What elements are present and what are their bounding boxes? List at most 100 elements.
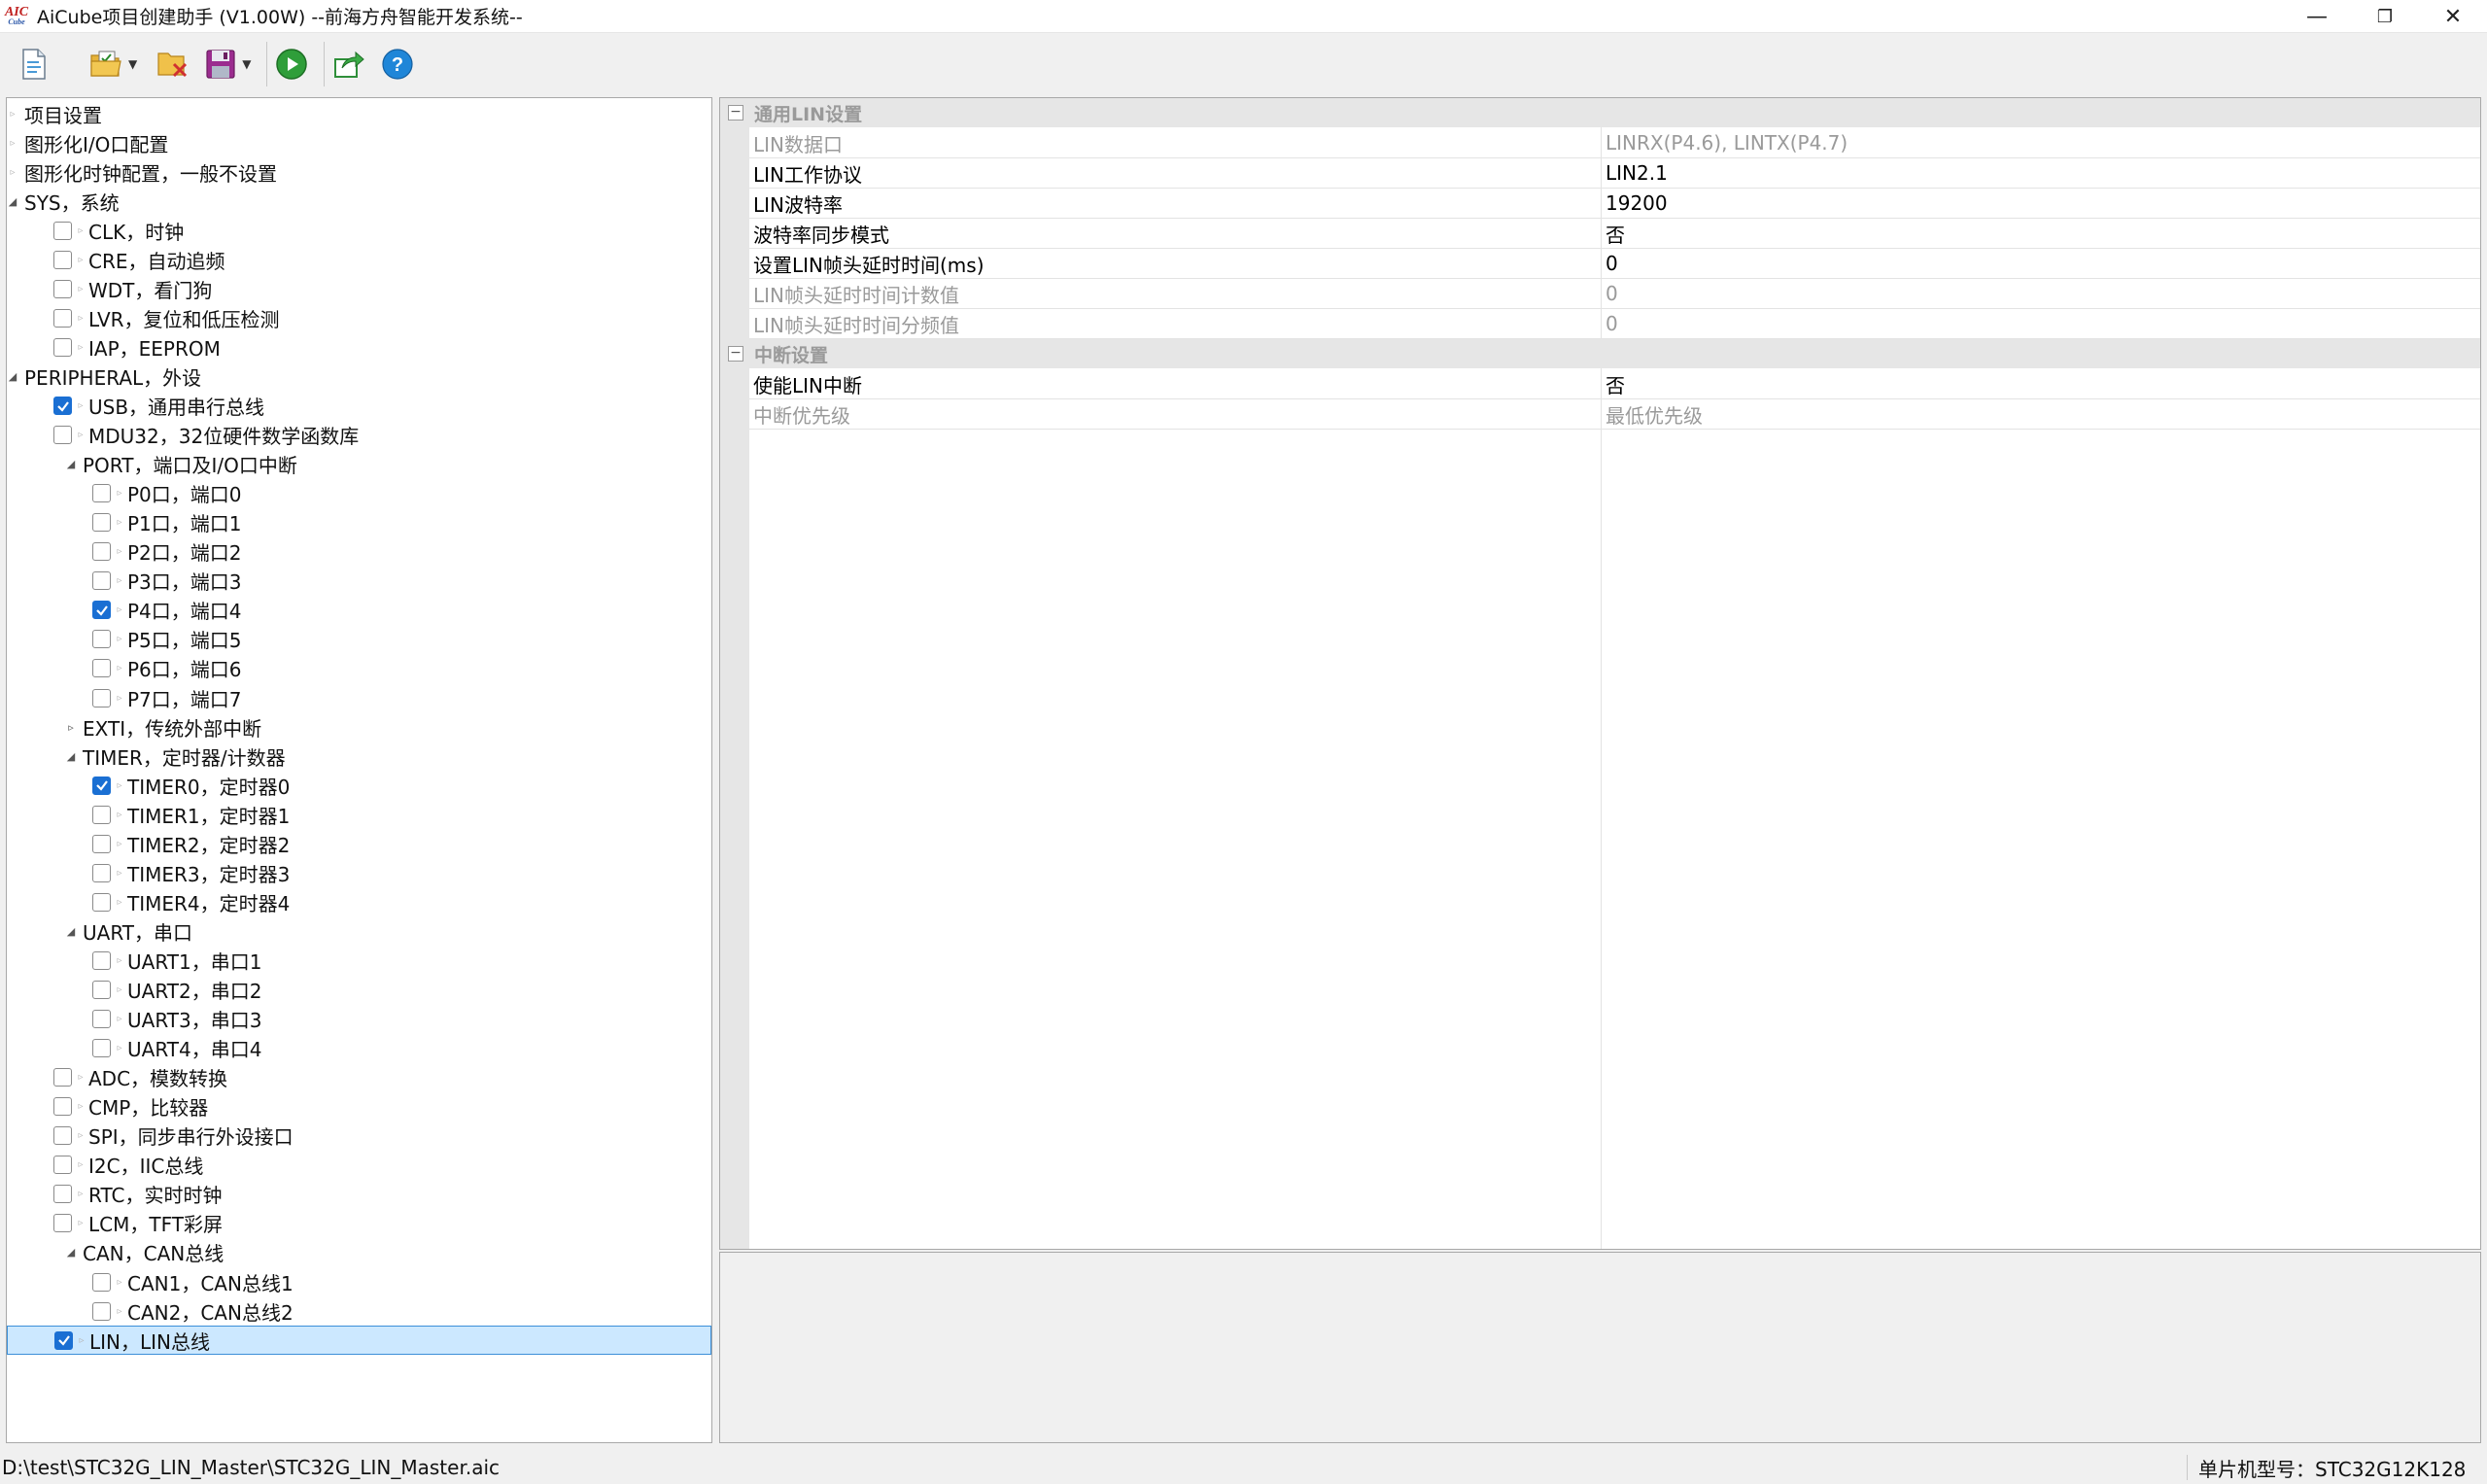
tree-checkbox[interactable]: [53, 308, 72, 328]
tree-item-checkable[interactable]: ▹ LCM，TFT彩屏: [7, 1209, 711, 1238]
tree-item[interactable]: ◢ PERIPHERAL，外设: [7, 362, 711, 391]
tree-item-checkable[interactable]: ▹ P4口，端口4: [7, 596, 711, 625]
tree-item-checkable[interactable]: ▹ P1口，端口1: [7, 508, 711, 537]
tree-item-checkable[interactable]: ▹ MDU32，32位硬件数学函数库: [7, 421, 711, 450]
tree-checkbox[interactable]: [53, 397, 72, 415]
tree-item[interactable]: ▹ 图形化I/O口配置: [7, 128, 711, 157]
tree-item-checkable[interactable]: ▹ TIMER3，定时器3: [7, 858, 711, 887]
tree-checkbox[interactable]: [92, 571, 111, 591]
tree-item-checkable[interactable]: ▹ UART3，串口3: [7, 1005, 711, 1034]
property-value[interactable]: 19200: [1606, 191, 1668, 215]
collapse-arrow-icon[interactable]: ▹: [65, 721, 77, 734]
tree-checkbox[interactable]: [53, 1185, 72, 1204]
tree-item[interactable]: ◢ CAN，CAN总线: [7, 1238, 711, 1267]
tree-item-checkable[interactable]: ▹ TIMER4，定时器4: [7, 887, 711, 916]
tree-item-checkable[interactable]: ▹ TIMER1，定时器1: [7, 800, 711, 829]
tree-item-checkable[interactable]: ▹ UART2，串口2: [7, 976, 711, 1005]
tree-item-checkable[interactable]: ▹ RTC，实时时钟: [7, 1180, 711, 1209]
tree-item[interactable]: ▹ 图形化时钟配置，一般不设置: [7, 157, 711, 187]
tree-checkbox[interactable]: [53, 1068, 72, 1087]
tree-item-checkable[interactable]: ▹ LVR，复位和低压检测: [7, 303, 711, 332]
tree-checkbox[interactable]: [53, 1126, 72, 1146]
property-value[interactable]: 否: [1606, 370, 1625, 398]
save-button[interactable]: ▼: [205, 43, 251, 86]
tree-checkbox[interactable]: [92, 1039, 111, 1058]
tree-checkbox[interactable]: [53, 337, 72, 357]
property-category[interactable]: − 通用LIN设置: [720, 98, 2480, 127]
collapse-toggle-icon[interactable]: −: [728, 105, 743, 121]
tree-checkbox[interactable]: [92, 776, 111, 795]
close-button[interactable]: ✕: [2419, 0, 2487, 33]
tree-item-checkable[interactable]: ▹ CAN2，CAN总线2: [7, 1296, 711, 1326]
tree-checkbox[interactable]: [92, 981, 111, 999]
project-tree[interactable]: ▹ 项目设置 ▹ 图形化I/O口配置 ▹ 图形化时钟配置，一般不设置 ◢ SYS，系统 ▹ CLK…: [6, 97, 712, 1443]
expand-arrow-icon[interactable]: ◢: [7, 370, 18, 383]
tree-item-checkable[interactable]: ▹ CRE，自动追频: [7, 245, 711, 274]
tree-item-checkable[interactable]: ▹ CMP，比较器: [7, 1092, 711, 1122]
tree-item[interactable]: ◢ PORT，端口及I/O口中断: [7, 450, 711, 479]
tree-checkbox[interactable]: [92, 601, 111, 620]
tree-checkbox[interactable]: [92, 542, 111, 562]
tree-item-checkable[interactable]: ▹ P2口，端口2: [7, 537, 711, 567]
tree-checkbox[interactable]: [53, 250, 72, 269]
expand-arrow-icon[interactable]: ◢: [65, 1246, 77, 1259]
help-button[interactable]: ?: [381, 43, 414, 86]
minimize-button[interactable]: —: [2283, 0, 2351, 33]
tree-item[interactable]: ◢ TIMER，定时器/计数器: [7, 742, 711, 771]
tree-item[interactable]: ◢ UART，串口: [7, 916, 711, 946]
tree-checkbox[interactable]: [53, 426, 72, 445]
tree-item[interactable]: ◢ SYS，系统: [7, 187, 711, 216]
tree-item-checkable[interactable]: ▹ CLK，时钟: [7, 216, 711, 245]
new-file-button[interactable]: [19, 43, 49, 86]
tree-item-checkable[interactable]: ▹ USB，通用串行总线: [7, 392, 711, 421]
tree-item-checkable[interactable]: ▹ I2C，IIC总线: [7, 1151, 711, 1180]
property-row[interactable]: 使能LIN中断 否: [749, 369, 2480, 399]
property-row[interactable]: 波特率同步模式 否: [749, 219, 2480, 249]
tree-item-checkable[interactable]: ▹ P7口，端口7: [7, 683, 711, 712]
tree-checkbox[interactable]: [92, 1272, 111, 1292]
tree-item-checkable[interactable]: ▹ P3口，端口3: [7, 567, 711, 596]
tree-item-checkable[interactable]: ▹ SPI，同步串行外设接口: [7, 1122, 711, 1151]
tree-checkbox[interactable]: [92, 688, 111, 707]
tree-checkbox[interactable]: [92, 513, 111, 533]
tree-item[interactable]: ▹ EXTI，传统外部中断: [7, 712, 711, 742]
close-project-button[interactable]: [156, 43, 190, 86]
tree-item[interactable]: ▹ 项目设置: [7, 99, 711, 128]
tree-checkbox[interactable]: [92, 892, 111, 912]
export-button[interactable]: [332, 43, 365, 86]
expand-arrow-icon[interactable]: ◢: [65, 750, 77, 763]
chevron-down-icon[interactable]: ▼: [242, 57, 251, 71]
property-row[interactable]: 设置LIN帧头延时时间(ms) 0: [749, 249, 2480, 279]
tree-item-checkable[interactable]: ▹ UART4，串口4: [7, 1034, 711, 1063]
tree-item-checkable[interactable]: ▹ IAP，EEPROM: [7, 332, 711, 362]
chevron-down-icon[interactable]: ▼: [128, 57, 137, 71]
tree-checkbox[interactable]: [53, 1156, 72, 1175]
tree-item-checkable[interactable]: ▹ TIMER0，定时器0: [7, 771, 711, 800]
property-value[interactable]: LIN2.1: [1606, 161, 1668, 185]
tree-item-checkable[interactable]: ▹ LIN，LIN总线: [7, 1326, 711, 1356]
tree-item-checkable[interactable]: ▹ P0口，端口0: [7, 479, 711, 508]
tree-checkbox[interactable]: [54, 1330, 73, 1350]
maximize-button[interactable]: ❐: [2351, 0, 2419, 33]
tree-item-checkable[interactable]: ▹ P5口，端口5: [7, 625, 711, 654]
tree-checkbox[interactable]: [92, 863, 111, 882]
property-row[interactable]: LIN波特率 19200: [749, 189, 2480, 219]
tree-checkbox[interactable]: [53, 1214, 72, 1233]
tree-checkbox[interactable]: [92, 1010, 111, 1029]
run-button[interactable]: [275, 43, 308, 86]
tree-item-checkable[interactable]: ▹ WDT，看门狗: [7, 274, 711, 303]
tree-checkbox[interactable]: [53, 279, 72, 298]
tree-checkbox[interactable]: [92, 834, 111, 853]
tree-item-checkable[interactable]: ▹ CAN1，CAN总线1: [7, 1267, 711, 1296]
expand-arrow-icon[interactable]: ◢: [7, 195, 18, 208]
property-value[interactable]: 0: [1606, 252, 1618, 275]
tree-checkbox[interactable]: [92, 1301, 111, 1321]
tree-checkbox[interactable]: [92, 805, 111, 824]
tree-checkbox[interactable]: [53, 221, 72, 240]
property-value[interactable]: 否: [1606, 220, 1625, 248]
tree-checkbox[interactable]: [92, 630, 111, 649]
tree-checkbox[interactable]: [92, 659, 111, 678]
tree-item-checkable[interactable]: ▹ UART1，串口1: [7, 946, 711, 975]
tree-checkbox[interactable]: [92, 484, 111, 503]
tree-checkbox[interactable]: [53, 1097, 72, 1117]
